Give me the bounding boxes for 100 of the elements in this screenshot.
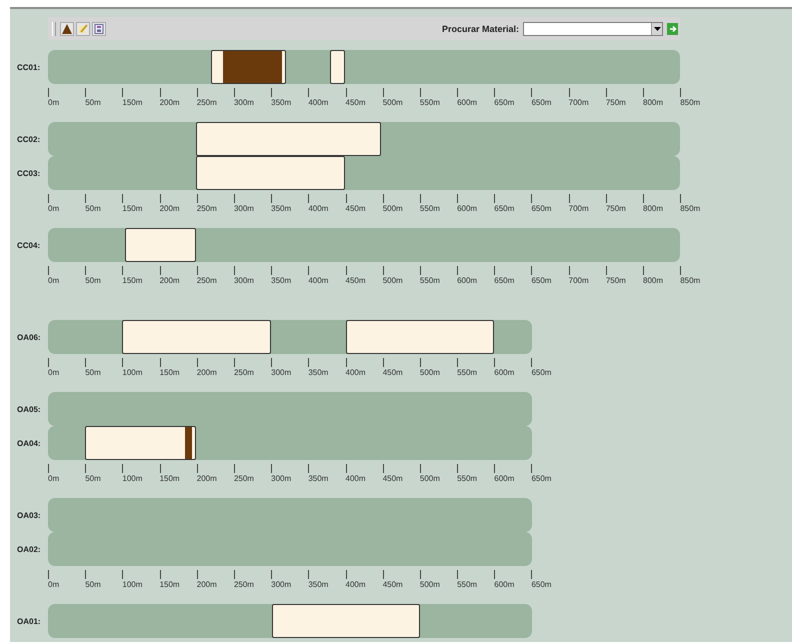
axis-label: 550m [420,204,440,213]
axis-label: 0m [48,474,60,483]
axis-label: 650m [494,98,514,107]
axis-label: 400m [346,580,366,589]
axis-label: 50m [85,474,101,483]
axis-label: 0m [48,204,60,213]
axis-label: 250m [196,98,217,107]
go-arrow-icon[interactable] [667,22,678,34]
axis-label: 200m [160,98,180,107]
axis-label: 450m [382,580,403,589]
axis-label: 800m [643,98,664,107]
axis-label: 400m [308,204,328,213]
axis-label: 600m [457,98,478,107]
axis-label: 150m [160,474,180,483]
axis-label: 150m [122,98,142,107]
lane-label: CC02: [17,134,42,144]
axis-label: 650m [531,474,552,483]
axis-label: 150m [122,204,142,213]
axis-label: 500m [382,204,403,213]
material-combo-box[interactable] [523,22,663,36]
axis-label: 450m [382,474,403,483]
axis-label: 600m [457,204,478,213]
occupied-block[interactable] [330,50,346,84]
axis-label: 200m [160,204,180,213]
axis-label: 200m [160,276,180,285]
axis-label: 200m [196,368,217,377]
axis-label: 700m [568,98,589,107]
axis-label: 100m [122,368,142,377]
occupied-block[interactable] [346,320,494,354]
axis-label: 600m [494,580,514,589]
axis-label: 650m [531,580,552,589]
filled-portion [184,427,192,459]
axis-label: 700m [568,276,589,285]
axis-label: 250m [234,368,254,377]
triangle-icon[interactable] [60,22,74,36]
axis-label: 0m [48,580,60,589]
axis-label: 150m [122,276,142,285]
axis-label: 300m [234,276,254,285]
axis-label: 650m [531,98,552,107]
axis-label: 550m [420,98,440,107]
axis-label: 400m [308,276,328,285]
axis-label: 350m [271,98,292,107]
axis-label: 750m [606,276,626,285]
axis-label: 400m [346,474,366,483]
axis-label: 50m [85,98,101,107]
axis-label: 350m [308,580,328,589]
axis-label: 200m [196,474,217,483]
axis-label: 50m [85,204,101,213]
axis-label: 500m [382,276,403,285]
axis-label: 500m [420,474,440,483]
axis-label: 50m [85,276,101,285]
search-label: Procurar Material: [442,24,519,34]
lane-label: CC01: [17,62,42,72]
axis-label: 550m [457,580,478,589]
axis-label: 550m [457,368,478,377]
occupied-block[interactable] [125,228,196,262]
occupied-block[interactable] [211,50,286,84]
lane-label: OA04: [17,438,42,448]
axis-label: 800m [643,276,664,285]
axis-label: 300m [271,368,292,377]
axis-label: 350m [271,276,292,285]
axis-label: 250m [196,276,217,285]
axis-label: 450m [346,204,366,213]
lane-label: OA03: [17,510,42,520]
axis-label: 600m [494,474,514,483]
axis-label: 850m [680,276,700,285]
axis-label: 0m [48,276,60,285]
axis-label: 850m [680,98,700,107]
axis-label: 800m [643,204,664,213]
axis-label: 200m [196,580,217,589]
axis-label: 500m [420,580,440,589]
axis-label: 250m [234,580,254,589]
axis-label: 450m [346,98,366,107]
axis-label: 300m [234,98,254,107]
occupied-block[interactable] [85,426,196,460]
axis-label: 300m [271,474,292,483]
axis-label: 650m [494,276,514,285]
filled-portion [222,51,282,83]
axis-label: 500m [420,368,440,377]
axis-label: 750m [606,204,626,213]
occupied-block[interactable] [196,122,382,156]
lane-label: CC04: [17,240,42,250]
axis-label: 600m [457,276,478,285]
axis-label: 650m [531,276,552,285]
lane-label: OA06: [17,332,42,342]
axis-label: 750m [606,98,626,107]
axis-label: 50m [85,368,101,377]
axis-label: 100m [122,580,142,589]
occupied-block[interactable] [122,320,271,354]
axis-label: 350m [308,474,328,483]
axis-label: 250m [234,474,254,483]
axis-label: 650m [531,204,552,213]
axis-label: 550m [420,276,440,285]
occupied-block[interactable] [272,604,420,638]
axis-label: 0m [48,98,60,107]
occupied-block[interactable] [196,156,346,190]
axis-label: 600m [494,368,514,377]
axis-label: 100m [122,474,142,483]
axis-label: 650m [531,368,552,377]
axis-label: 300m [271,580,292,589]
